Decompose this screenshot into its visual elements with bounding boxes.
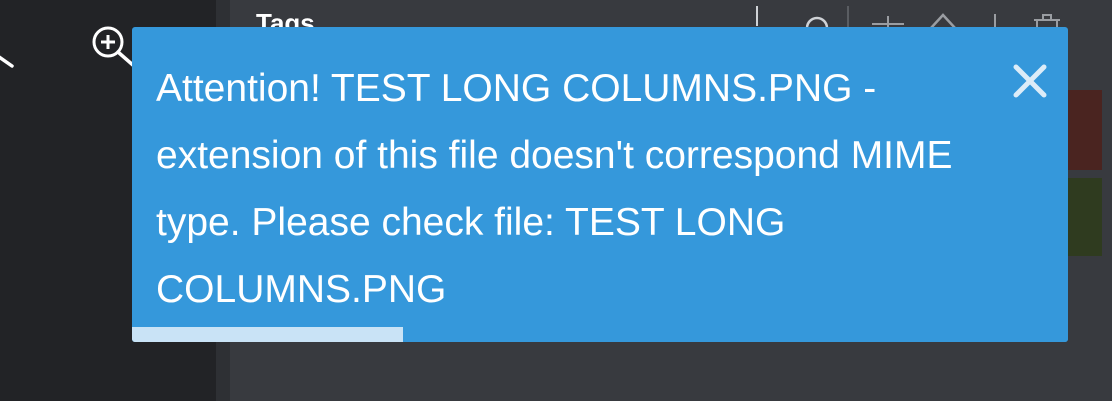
- notification-message: Attention! TEST LONG COLUMNS.PNG - exten…: [156, 67, 953, 311]
- close-icon[interactable]: [1010, 61, 1050, 101]
- tag-icon[interactable]: [868, 6, 908, 28]
- toolbar-divider: [847, 6, 849, 28]
- notification-progress-fill: [132, 327, 404, 342]
- upload-icon[interactable]: [926, 6, 960, 28]
- notification-progress-bar: [132, 327, 1068, 342]
- zoom-in-icon[interactable]: [88, 24, 138, 70]
- app-window: Tags Attention! TEST LONG COLUMNS.PNG - …: [0, 0, 1112, 401]
- notification-toast: Attention! TEST LONG COLUMNS.PNG - exten…: [132, 27, 1068, 342]
- panel-title: Tags: [256, 8, 315, 27]
- tag-chip-green[interactable]: [1068, 178, 1102, 256]
- separator-icon: [756, 6, 758, 26]
- zoom-out-icon[interactable]: [0, 22, 18, 68]
- trash-icon[interactable]: [1030, 6, 1064, 28]
- separator-icon-2: [994, 14, 996, 28]
- search-icon[interactable]: [800, 6, 834, 28]
- tag-chip-red[interactable]: [1068, 90, 1102, 170]
